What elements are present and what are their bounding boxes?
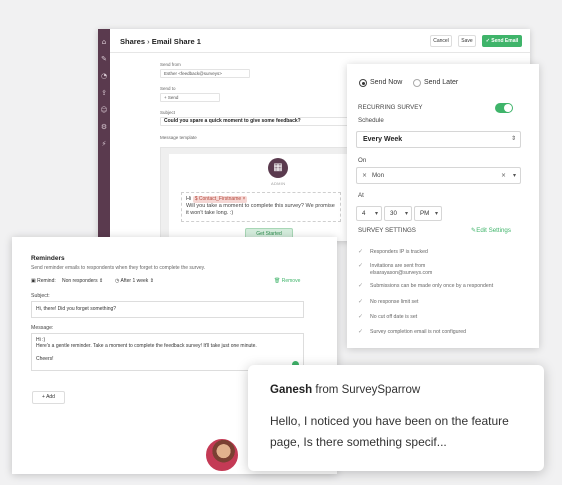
users-icon[interactable]: ☺ xyxy=(100,106,108,114)
remind-label: ▣ Remind: xyxy=(31,278,56,284)
greeting-hi: Hi xyxy=(186,196,192,202)
on-day-select[interactable]: × Mon × ▾ xyxy=(356,167,521,184)
send-now-label: Send Now xyxy=(370,79,403,86)
send-to-field[interactable]: + Send xyxy=(160,93,220,102)
add-label: Add xyxy=(46,394,55,400)
remove-reminder-link[interactable]: 🗑 Remove xyxy=(274,278,300,284)
chat-message: Hello, I noticed you have been on the fe… xyxy=(270,414,509,449)
send-later-label: Send Later xyxy=(424,79,459,86)
home-icon[interactable]: ⌂ xyxy=(100,38,108,46)
send-later-radio[interactable] xyxy=(413,79,421,87)
select-caret-icon: ⇕ xyxy=(510,135,516,142)
chevron-down-icon: ▾ xyxy=(404,210,408,217)
design-icon[interactable]: ◔ xyxy=(100,72,108,80)
chevron-down-icon: ▾ xyxy=(512,172,516,179)
remind-who-value: Non responders xyxy=(62,278,98,284)
chat-sender: Ganesh from SurveySparrow xyxy=(270,384,420,396)
cancel-button[interactable]: Cancel xyxy=(430,35,452,47)
breadcrumb: Shares › Email Share 1 xyxy=(120,37,201,46)
company-logo-icon: ▦ xyxy=(268,158,288,178)
remind-when-select[interactable]: ◷ After 1 week ⇕ xyxy=(115,278,154,284)
contact-firstname-chip[interactable]: $ Contact_Firstname × xyxy=(192,196,248,203)
remove-label: Remove xyxy=(281,278,301,284)
recurring-survey-label: RECURRING SURVEY xyxy=(358,104,423,111)
check-icon: ✓ xyxy=(358,298,364,305)
feature-text: No cut off date is set xyxy=(370,314,418,320)
ampm-select[interactable]: PM ▾ xyxy=(414,206,442,221)
schedule-value: Every Week xyxy=(363,136,403,143)
chevron-down-icon: ▾ xyxy=(374,210,378,217)
reminders-title: Reminders xyxy=(31,255,65,262)
remind-label-text: Remind: xyxy=(37,278,56,284)
send-from-field[interactable]: Esther <feedback@surveys> xyxy=(160,69,250,78)
hour-value: 4 xyxy=(362,210,366,217)
clear-icon[interactable]: × xyxy=(501,172,506,179)
avatar[interactable] xyxy=(205,438,239,472)
reminder-subject-input[interactable]: Hi, there! Did you forget something? xyxy=(31,301,304,318)
breadcrumb-separator: › xyxy=(147,37,150,46)
edit-settings-link[interactable]: ✎Edit Settings xyxy=(471,227,511,234)
send-email-button[interactable]: ✓ Send Email xyxy=(482,35,522,47)
schedule-settings-panel: Send Now Send Later RECURRING SURVEY Sch… xyxy=(347,64,539,348)
on-label: On xyxy=(358,157,367,164)
select-caret-icon: ⇕ xyxy=(98,278,104,284)
remove-x-icon[interactable]: × xyxy=(362,172,367,179)
chat-popup[interactable]: Ganesh from SurveySparrow Hello, I notic… xyxy=(248,365,544,471)
integrations-icon[interactable]: ⚡ xyxy=(100,140,108,148)
template-label: Message template xyxy=(160,135,197,140)
minute-select[interactable]: 30 ▾ xyxy=(384,206,412,221)
chat-sender-org: from SurveySparrow xyxy=(315,384,421,396)
check-icon: ✓ xyxy=(358,328,364,335)
at-label: At xyxy=(358,192,364,199)
check-icon: ✓ xyxy=(358,313,364,320)
send-now-radio[interactable] xyxy=(359,79,367,87)
ampm-value: PM xyxy=(420,210,430,217)
reminder-subject-label: Subject: xyxy=(31,293,50,299)
edit-settings-label: Edit Settings xyxy=(476,227,511,234)
clock-icon: ◷ xyxy=(115,278,120,284)
on-day-value: Mon xyxy=(372,172,385,179)
share-icon[interactable]: ⇪ xyxy=(100,89,108,97)
greeting-body: Will you take a moment to complete this … xyxy=(186,203,335,216)
reminder-message-label: Message: xyxy=(31,325,54,331)
settings-icon[interactable]: ⚙ xyxy=(100,123,108,131)
subject-label: Subject xyxy=(160,110,176,115)
chevron-down-icon: ▾ xyxy=(434,210,438,217)
calendar-icon: ▣ xyxy=(31,278,36,284)
check-icon: ✓ xyxy=(358,262,364,269)
feature-text: Submissions can be made only once by a r… xyxy=(370,283,494,289)
edit-icon[interactable]: ✎ xyxy=(100,55,108,63)
chat-sender-name: Ganesh xyxy=(270,384,313,396)
schedule-select[interactable]: Every Week ⇕ xyxy=(356,131,521,148)
top-bar: Shares › Email Share 1 Cancel Save ✓ Sen… xyxy=(110,29,530,53)
schedule-label: Schedule xyxy=(358,117,384,124)
greeting-block[interactable]: Hi $ Contact_Firstname × Will you take a… xyxy=(181,192,341,222)
save-button[interactable]: Save xyxy=(458,35,476,47)
plus-icon: + xyxy=(42,394,45,400)
feature-text: Survey completion email is not configure… xyxy=(370,329,467,335)
minute-value: 30 xyxy=(390,210,397,217)
send-to-label: Send to xyxy=(160,86,176,91)
send-from-label: Send from xyxy=(160,62,181,67)
message-line: Cheers! xyxy=(36,355,54,362)
recurring-survey-toggle[interactable] xyxy=(495,103,513,113)
feature-text: No response limit set xyxy=(370,299,419,305)
remind-when-value: After 1 week xyxy=(120,278,149,284)
feature-text: Responders IP is tracked xyxy=(370,249,428,255)
reminders-description: Send reminder emails to respondents when… xyxy=(31,265,206,271)
left-rail: ⌂ ✎ ◔ ⇪ ☺ ⚙ ⚡ xyxy=(98,29,110,241)
feature-text: Invitations are sent from elsarayason@su… xyxy=(370,263,433,276)
survey-settings-heading: SURVEY SETTINGS xyxy=(358,227,416,234)
breadcrumb-current: Email Share 1 xyxy=(151,37,201,46)
admin-label: ADMIN xyxy=(271,181,286,186)
check-icon: ✓ xyxy=(358,282,364,289)
select-caret-icon: ⇕ xyxy=(149,278,154,284)
hour-select[interactable]: 4 ▾ xyxy=(356,206,382,221)
trash-icon: 🗑 xyxy=(274,278,281,284)
remind-who-select[interactable]: Non responders ⇕ xyxy=(62,278,103,284)
add-reminder-button[interactable]: + Add xyxy=(32,391,65,404)
check-icon: ✓ xyxy=(358,248,364,255)
breadcrumb-root[interactable]: Shares xyxy=(120,37,145,46)
